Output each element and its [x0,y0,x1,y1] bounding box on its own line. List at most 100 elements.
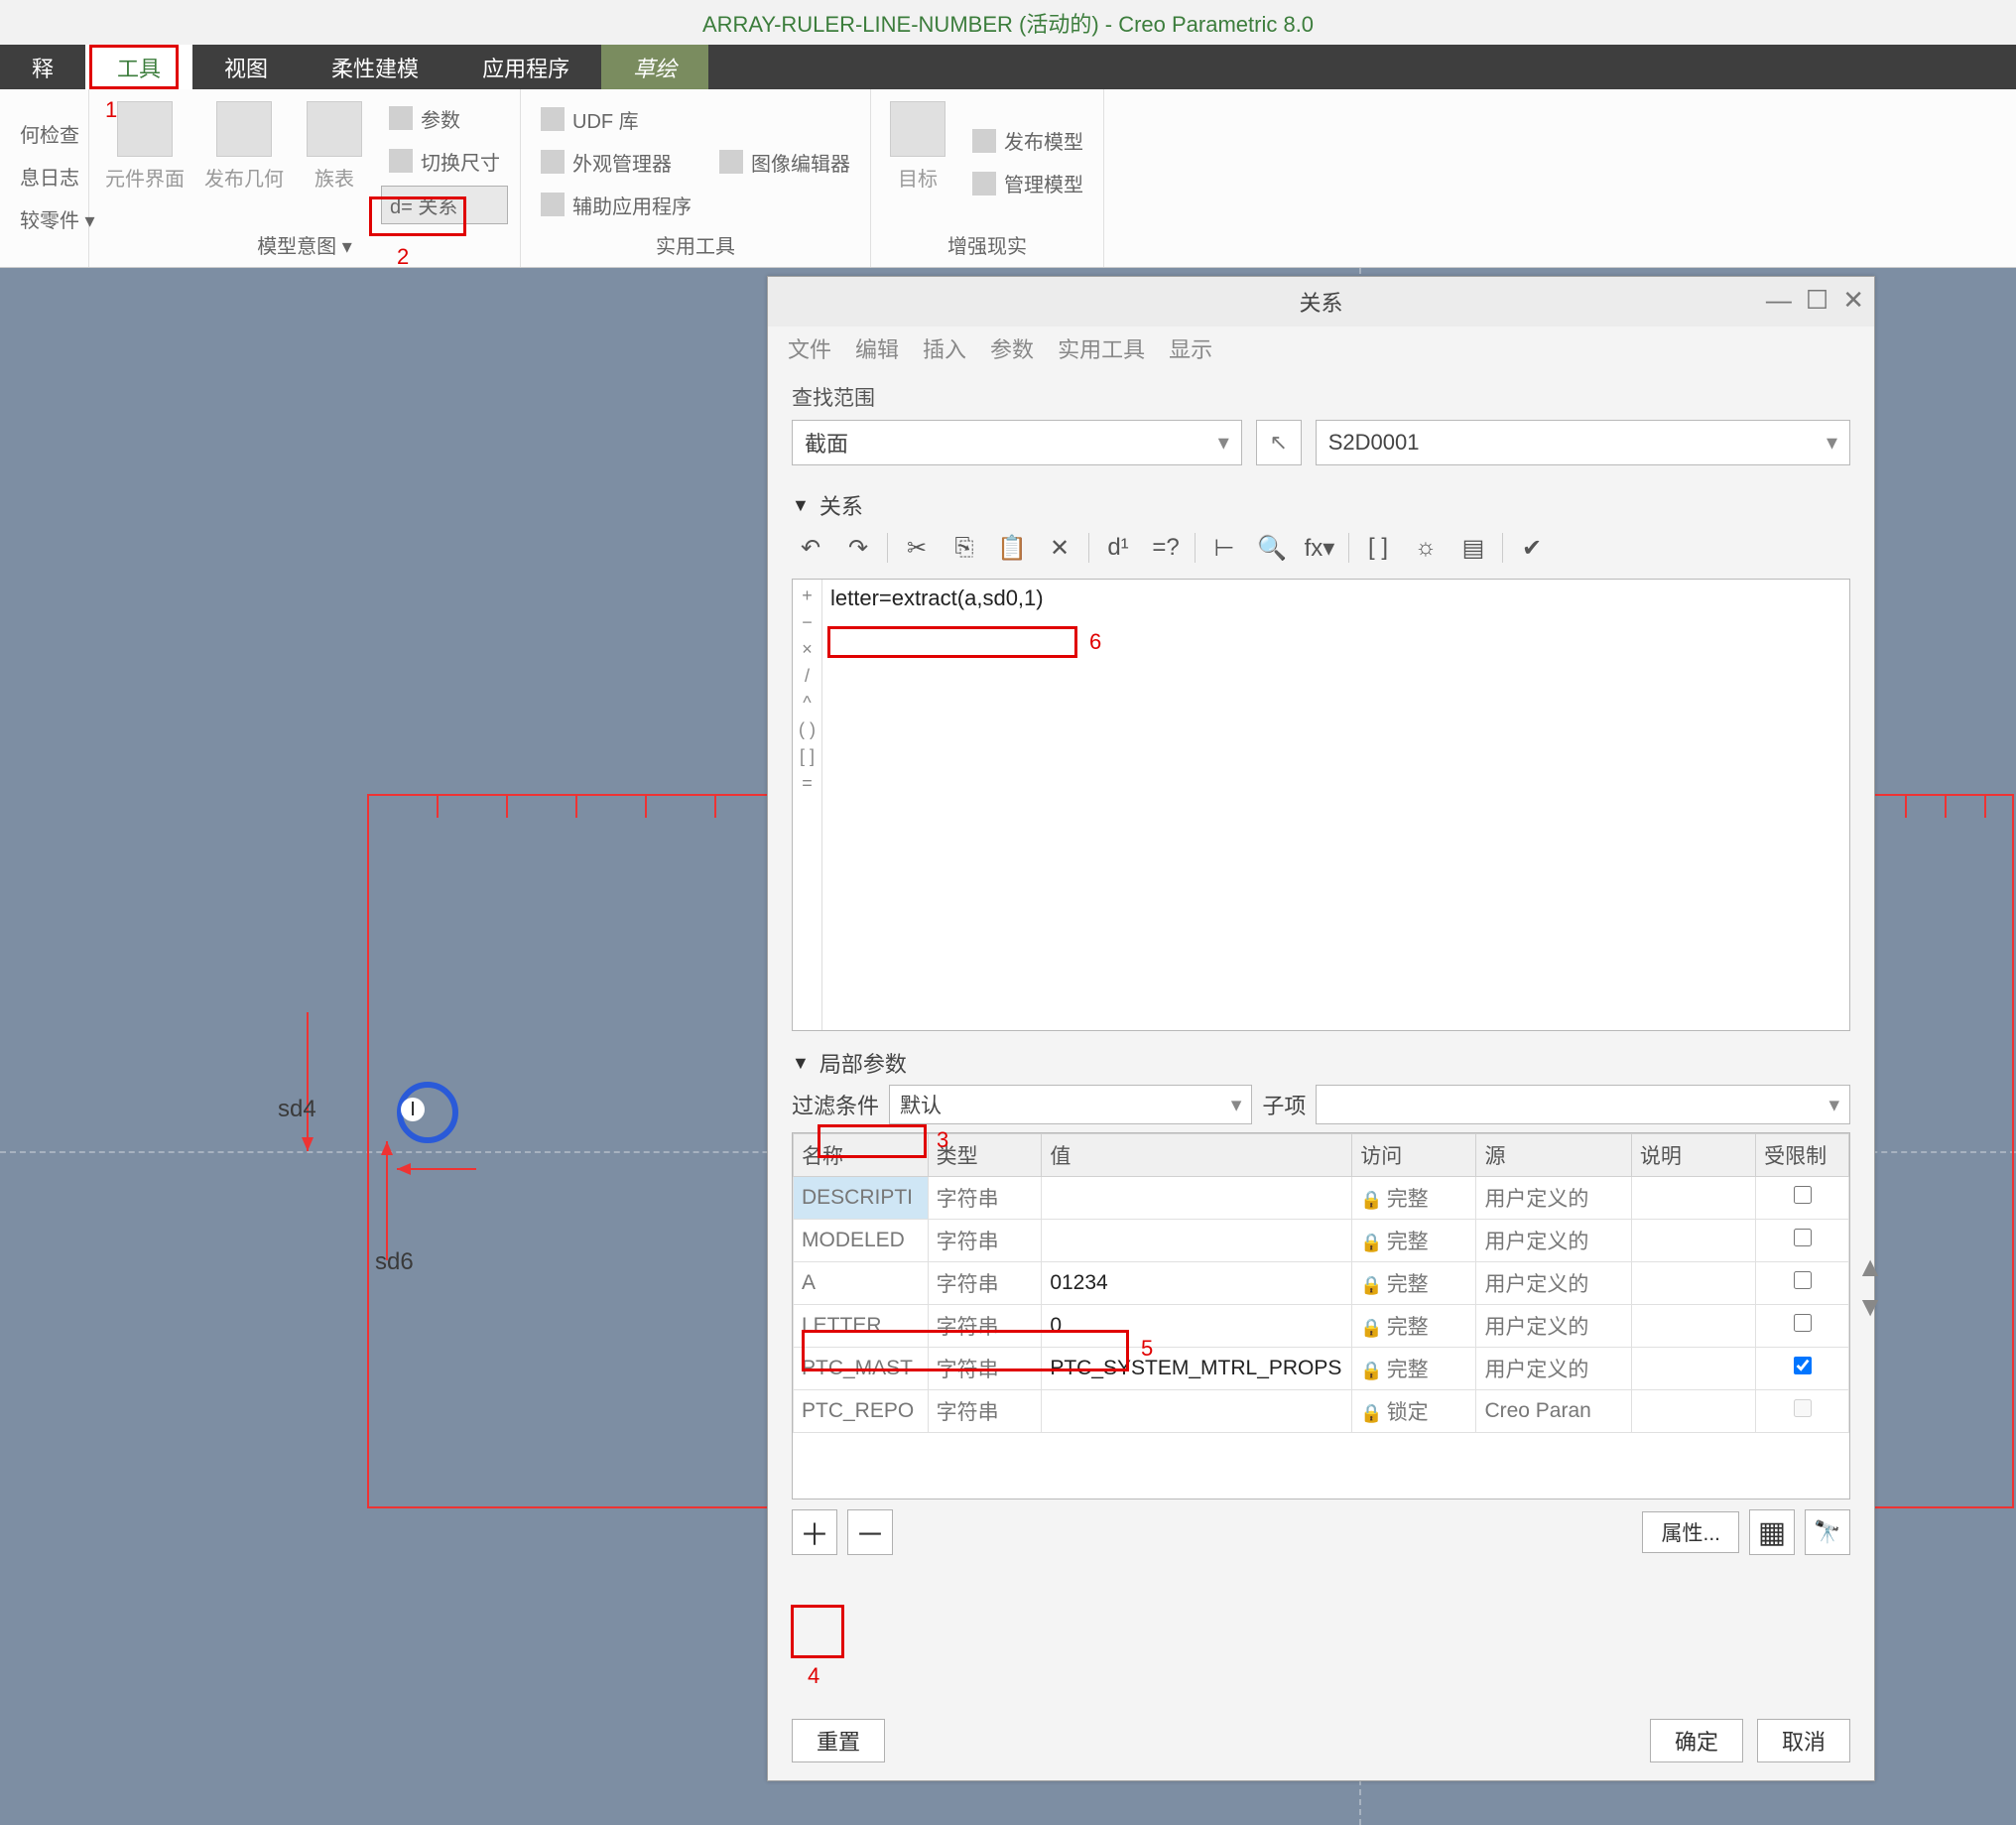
cell-restricted[interactable] [1756,1390,1849,1433]
cell-value[interactable] [1042,1220,1352,1262]
table-view-button[interactable]: ▦ [1749,1509,1795,1555]
tb-find[interactable]: 🔍 [1253,529,1291,567]
col-value[interactable]: 值 [1042,1134,1352,1177]
btn-manage-model[interactable]: 管理模型 [964,165,1091,201]
menu-file[interactable]: 文件 [788,332,831,364]
filter-select[interactable]: 默认 [889,1085,1252,1124]
btn-family-table[interactable]: 族表 [300,97,369,226]
tb-verify[interactable]: =? [1147,529,1185,567]
tab-sketch[interactable]: 草绘 [601,45,708,89]
menu-util[interactable]: 实用工具 [1058,332,1145,364]
cell-value[interactable] [1042,1177,1352,1220]
cell-type[interactable]: 字符串 [928,1220,1042,1262]
btn-publish-model[interactable]: 发布模型 [964,122,1091,159]
tab-view[interactable]: 视图 [192,45,300,89]
ok-button[interactable]: 确定 [1650,1719,1743,1762]
restricted-checkbox[interactable] [1794,1229,1812,1246]
cell-type[interactable]: 字符串 [928,1262,1042,1305]
tab-flex[interactable]: 柔性建模 [300,45,450,89]
table-row[interactable]: DESCRIPTI字符串完整用户定义的 [794,1177,1849,1220]
cell-source[interactable]: 用户定义的 [1476,1177,1631,1220]
cell-source[interactable]: Creo Paran [1476,1390,1631,1433]
restricted-checkbox[interactable] [1794,1357,1812,1374]
btn-ar-target[interactable]: 目标 [883,97,952,226]
cell-desc[interactable] [1631,1305,1755,1348]
cell-value[interactable] [1042,1390,1352,1433]
tb-cut[interactable]: ✂ [898,529,936,567]
cell-access[interactable]: 完整 [1352,1262,1476,1305]
cell-access[interactable]: 完整 [1352,1305,1476,1348]
cell-restricted[interactable] [1756,1262,1849,1305]
btn-parameters[interactable]: 参数 [381,100,508,137]
dim-sd4[interactable]: sd4 [278,1096,316,1123]
cell-name[interactable]: PTC_REPO [794,1390,929,1433]
cell-restricted[interactable] [1756,1305,1849,1348]
cell-access[interactable]: 完整 [1352,1220,1476,1262]
dim-sd6[interactable]: sd6 [375,1248,414,1276]
cell-source[interactable]: 用户定义的 [1476,1305,1631,1348]
tb-sort[interactable]: ▤ [1454,529,1492,567]
table-row[interactable]: MODELED字符串 完整用户定义的 [794,1220,1849,1262]
cell-name[interactable]: MODELED [794,1220,929,1262]
params-table[interactable]: 名称 类型 值 访问 源 说明 受限制 DESCRIPTI字符串完整用户定义的M… [792,1132,1850,1499]
dialog-min-icon[interactable]: — [1766,285,1792,316]
tb-delete[interactable]: ✕ [1041,529,1078,567]
tab-annotate[interactable]: 释 [0,45,85,89]
tb-redo[interactable]: ↷ [839,529,877,567]
cell-value[interactable]: 0 [1042,1305,1352,1348]
btn-aux-apps[interactable]: 辅助应用程序 [533,187,699,223]
cell-restricted[interactable] [1756,1177,1849,1220]
table-row[interactable]: A字符串01234完整用户定义的 [794,1262,1849,1305]
cell-type[interactable]: 字符串 [928,1390,1042,1433]
cell-name[interactable]: PTC_MAST [794,1348,929,1390]
btn-switch-dim[interactable]: 切换尺寸 [381,143,508,180]
scope-type-select[interactable]: 截面 [792,420,1242,465]
restricted-checkbox[interactable] [1794,1271,1812,1289]
cell-desc[interactable] [1631,1348,1755,1390]
cell-source[interactable]: 用户定义的 [1476,1220,1631,1262]
col-name[interactable]: 名称 [794,1134,929,1177]
dialog-close-icon[interactable]: ✕ [1842,285,1864,316]
col-restricted[interactable]: 受限制 [1756,1134,1849,1177]
cell-value[interactable]: 01234 [1042,1262,1352,1305]
cell-type[interactable]: 字符串 [928,1348,1042,1390]
cell-type[interactable]: 字符串 [928,1177,1042,1220]
add-param-button[interactable]: ＋ [792,1509,837,1555]
menu-show[interactable]: 显示 [1169,332,1212,364]
btn-pub-geom[interactable]: 发布几何 [200,97,288,226]
table-row[interactable]: LETTER字符串0完整用户定义的 [794,1305,1849,1348]
group-label-model-intent[interactable]: 模型意图 ▾ [101,226,508,263]
cell-access[interactable]: 锁定 [1352,1390,1476,1433]
relations-header[interactable]: ▼ 关系 [768,489,1874,521]
restricted-checkbox[interactable] [1794,1314,1812,1332]
cancel-button[interactable]: 取消 [1757,1719,1850,1762]
cell-desc[interactable] [1631,1177,1755,1220]
cell-source[interactable]: 用户定义的 [1476,1348,1631,1390]
dialog-max-icon[interactable]: ☐ [1806,285,1828,316]
table-row[interactable]: PTC_REPO字符串 锁定Creo Paran [794,1390,1849,1433]
cell-desc[interactable] [1631,1220,1755,1262]
cell-source[interactable]: 用户定义的 [1476,1262,1631,1305]
cell-name[interactable]: DESCRIPTI [794,1177,929,1220]
tb-unit[interactable]: ☼ [1407,529,1445,567]
props-button[interactable]: 属性... [1642,1511,1739,1553]
tab-tools[interactable]: 工具 [85,45,192,89]
tb-fx[interactable]: fх▾ [1301,529,1338,567]
dialog-titlebar[interactable]: 关系 — ☐ ✕ [768,277,1874,326]
local-params-header[interactable]: ▼ 局部参数 [768,1035,1874,1085]
menu-insert[interactable]: 插入 [923,332,966,364]
col-desc[interactable]: 说明 [1631,1134,1755,1177]
remove-param-button[interactable]: － [847,1509,893,1555]
menu-edit[interactable]: 编辑 [855,332,899,364]
btn-relations[interactable]: d= 关系 [381,186,508,224]
reset-button[interactable]: 重置 [792,1719,885,1762]
move-up-button[interactable]: ▲ [1856,1251,1884,1283]
editor-body[interactable]: letter=extract(a,sd0,1) [822,580,1849,1030]
tb-brackets[interactable]: [ ] [1359,529,1397,567]
find-param-button[interactable]: 🔭 [1805,1509,1850,1555]
cell-restricted[interactable] [1756,1220,1849,1262]
restricted-checkbox[interactable] [1794,1186,1812,1204]
tb-ruler[interactable]: ⊢ [1205,529,1243,567]
tb-copy[interactable]: ⎘ [945,529,983,567]
relations-editor[interactable]: +−×/^( )[ ]= letter=extract(a,sd0,1) [792,579,1850,1031]
